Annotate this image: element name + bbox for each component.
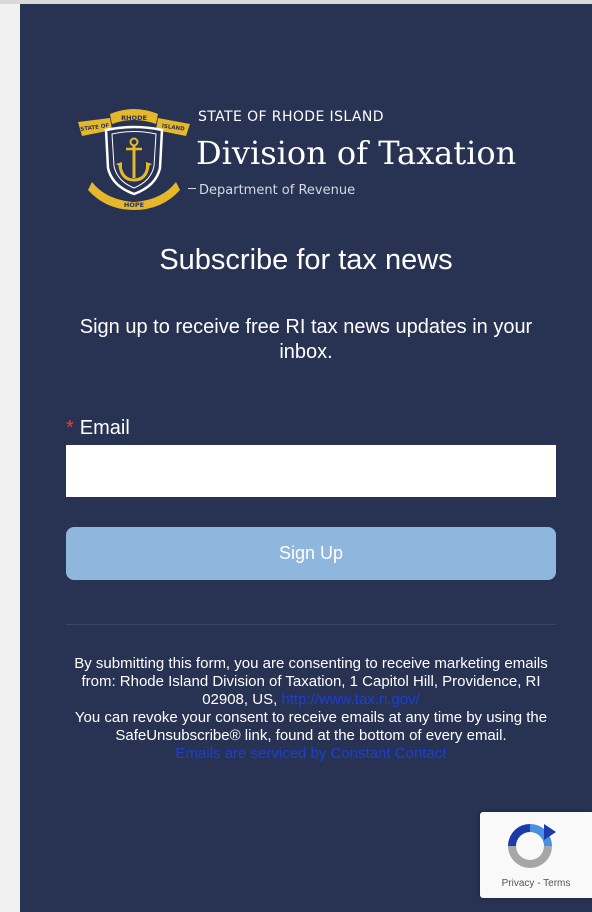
legal-notice: By submitting this form, you are consent…	[60, 655, 562, 763]
email-label-text: Email	[79, 417, 130, 439]
division-name: Division of Taxation	[196, 134, 517, 172]
recaptcha-links: Privacy - Terms	[480, 878, 592, 889]
seal-top-text: RHODE	[121, 114, 147, 122]
rhode-island-seal-icon: RHODE STATE OF ISLAND HOPE	[78, 109, 190, 210]
revoke-text: You can revoke your consent to receive e…	[74, 709, 548, 744]
email-label: * Email	[66, 417, 130, 440]
required-marker: *	[66, 417, 74, 439]
state-name: STATE OF RHODE ISLAND	[198, 109, 384, 125]
form-title: Subscribe for tax news	[159, 244, 453, 276]
logo-rule	[188, 188, 196, 189]
recaptcha-separator: -	[534, 878, 544, 889]
signup-panel: RHODE STATE OF ISLAND HOPE STATE OF RHOD…	[20, 4, 592, 912]
constant-contact-link[interactable]: Emails are serviced by Constant Contact	[60, 745, 562, 763]
recaptcha-badge[interactable]: Privacy - Terms	[480, 812, 592, 898]
department-name: Department of Revenue	[199, 183, 356, 198]
tax-website-link[interactable]: http://www.tax.ri.gov/	[281, 691, 419, 708]
seal-bottom-text: HOPE	[124, 201, 144, 209]
email-input[interactable]	[66, 445, 556, 497]
form-divider	[66, 624, 556, 625]
recaptcha-privacy-link[interactable]: Privacy	[502, 878, 535, 889]
form-description: Sign up to receive free RI tax news upda…	[79, 316, 533, 363]
division-logo: RHODE STATE OF ISLAND HOPE STATE OF RHOD…	[76, 100, 576, 210]
recaptcha-icon	[508, 824, 556, 868]
recaptcha-terms-link[interactable]: Terms	[543, 878, 570, 889]
sign-up-button[interactable]: Sign Up	[66, 527, 556, 580]
